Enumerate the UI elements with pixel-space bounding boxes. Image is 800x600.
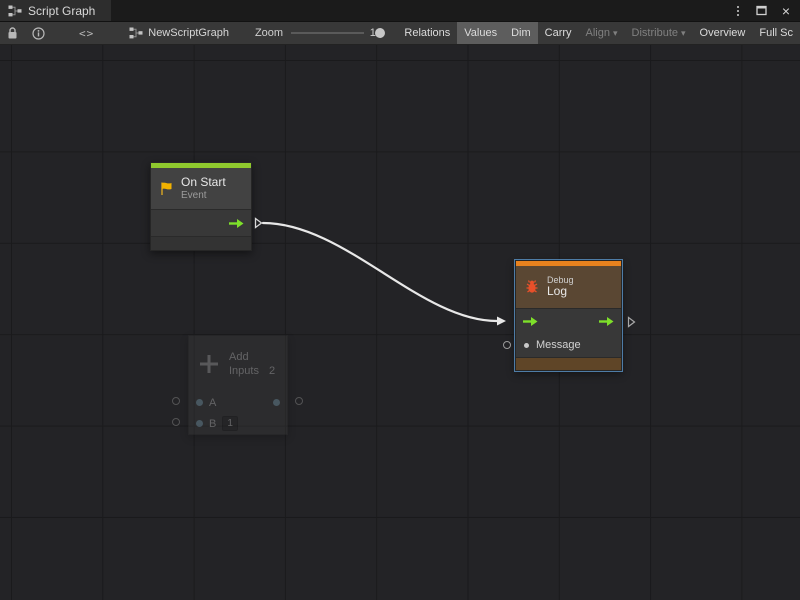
chevron-down-icon: ▾ xyxy=(613,28,618,39)
script-graph-icon xyxy=(8,5,22,17)
titlebar-spacer xyxy=(111,0,734,21)
node-debug-log[interactable]: Debug Log Message xyxy=(515,260,622,371)
debug-log-header[interactable]: Debug Log xyxy=(516,266,621,309)
toolbar-button-distribute[interactable]: Distribute ▾ xyxy=(625,22,693,44)
add-inputs-line1: Add xyxy=(229,350,275,364)
add-inputs-line2: Inputs xyxy=(229,364,259,378)
port-b-label: B xyxy=(209,418,216,430)
on-start-output-port[interactable] xyxy=(254,217,263,229)
debug-message-row: Message xyxy=(516,333,621,357)
on-start-output-row xyxy=(151,210,251,236)
on-start-subtitle: Event xyxy=(181,190,226,202)
message-port-dot[interactable] xyxy=(524,343,529,348)
title-bar: Script Graph × xyxy=(0,0,800,22)
on-start-title: On Start xyxy=(181,176,226,190)
flow-in-arrow-icon[interactable] xyxy=(522,316,539,327)
info-button[interactable] xyxy=(25,22,52,44)
maximize-icon[interactable] xyxy=(756,5,767,16)
on-start-footer xyxy=(151,236,251,250)
add-inputs-row-a: A xyxy=(189,392,287,413)
debug-log-footer xyxy=(516,357,621,370)
toolbar-button-fullscreen[interactable]: Full Sc xyxy=(752,22,800,44)
debug-output-port[interactable] xyxy=(627,316,636,328)
window-controls: × xyxy=(735,0,800,21)
graph-name-label: NewScriptGraph xyxy=(148,27,229,39)
wire-layer xyxy=(0,45,800,600)
flow-out-arrow-icon[interactable] xyxy=(598,316,615,327)
flag-icon xyxy=(159,181,174,196)
graph-canvas[interactable]: On Start Event xyxy=(0,45,800,600)
node-add-inputs[interactable]: Add Inputs 2 A B 1 xyxy=(188,335,288,435)
add-inputs-output-port[interactable] xyxy=(295,397,303,405)
connection-wire[interactable] xyxy=(263,223,497,321)
graph-toolbar: <> NewScriptGraph Zoom 1x Relations Valu… xyxy=(0,22,800,45)
zoom-slider-track xyxy=(291,32,364,34)
zoom-label: Zoom xyxy=(255,27,283,39)
align-label: Align xyxy=(586,27,610,39)
connection-arrowhead xyxy=(497,317,506,326)
toolbar-buttons: Relations Values Dim Carry Align ▾ Distr… xyxy=(397,22,800,44)
close-icon[interactable]: × xyxy=(782,4,790,18)
debug-flow-row xyxy=(516,309,621,333)
debug-message-input-port[interactable] xyxy=(503,341,511,349)
toolbar-button-carry[interactable]: Carry xyxy=(538,22,579,44)
add-inputs-header[interactable]: Add Inputs 2 xyxy=(189,336,287,392)
plus-icon xyxy=(197,352,221,376)
add-inputs-row-b: B 1 xyxy=(189,413,287,434)
output-a-dot[interactable] xyxy=(273,399,280,406)
flow-out-arrow-icon[interactable] xyxy=(228,218,245,229)
info-icon xyxy=(32,27,45,40)
graph-name-button[interactable]: NewScriptGraph xyxy=(123,22,235,44)
toolbar-button-align[interactable]: Align ▾ xyxy=(579,22,625,44)
message-label: Message xyxy=(536,339,581,351)
toolbar-button-values[interactable]: Values xyxy=(457,22,504,44)
tab-title: Script Graph xyxy=(28,4,95,18)
on-start-title-block: On Start Event xyxy=(181,176,226,201)
add-inputs-a-input-port[interactable] xyxy=(172,397,180,405)
lock-icon xyxy=(7,27,18,40)
add-inputs-count[interactable]: 2 xyxy=(269,364,275,378)
script-graph-window: Script Graph × <> xyxy=(0,0,800,600)
add-inputs-b-input-port[interactable] xyxy=(172,418,180,426)
on-start-header[interactable]: On Start Event xyxy=(151,168,251,210)
tab-script-graph[interactable]: Script Graph xyxy=(0,0,111,21)
bug-icon xyxy=(524,279,540,295)
debug-title: Log xyxy=(547,285,574,299)
edit-code-button[interactable]: <> xyxy=(72,22,101,44)
zoom-slider-knob[interactable] xyxy=(375,28,385,38)
code-icon: <> xyxy=(79,27,94,40)
toolbar-button-dim[interactable]: Dim xyxy=(504,22,538,44)
lock-button[interactable] xyxy=(0,22,25,44)
debug-log-title-block: Debug Log xyxy=(547,275,574,299)
port-b-dot[interactable] xyxy=(196,420,203,427)
add-inputs-title-block: Add Inputs 2 xyxy=(229,350,275,379)
more-menu-icon[interactable] xyxy=(735,4,741,18)
chevron-down-icon: ▾ xyxy=(681,28,686,39)
port-a-label: A xyxy=(209,397,216,409)
distribute-label: Distribute xyxy=(632,27,678,39)
node-on-start[interactable]: On Start Event xyxy=(150,162,252,251)
toolbar-button-relations[interactable]: Relations xyxy=(397,22,457,44)
zoom-slider[interactable] xyxy=(291,28,364,38)
port-a-dot[interactable] xyxy=(196,399,203,406)
toolbar-button-overview[interactable]: Overview xyxy=(693,22,753,44)
port-b-value-field[interactable]: 1 xyxy=(222,416,238,431)
graph-asset-icon xyxy=(129,27,143,39)
